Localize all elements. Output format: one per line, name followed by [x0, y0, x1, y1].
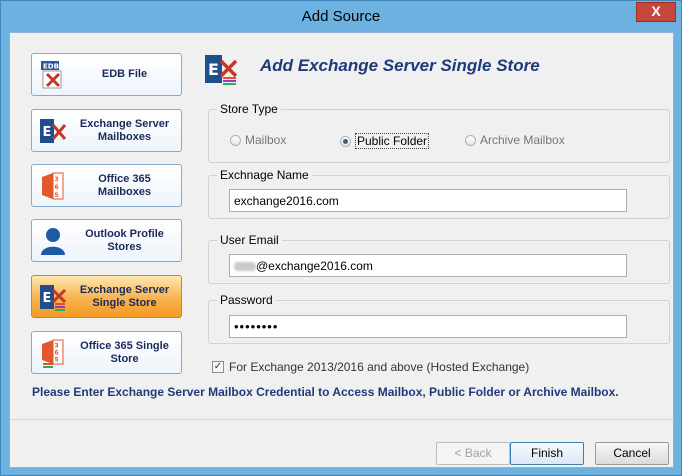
svg-text:5: 5 — [55, 192, 59, 199]
svg-text:E: E — [43, 125, 52, 140]
close-button[interactable]: X — [636, 2, 676, 22]
sidebar-item-exchange-mailboxes[interactable]: E Exchange Server Mailboxes — [31, 109, 182, 152]
footer-divider — [10, 419, 673, 420]
svg-text:6: 6 — [55, 184, 59, 191]
svg-text:E: E — [43, 291, 52, 306]
back-button[interactable]: < Back — [436, 442, 510, 465]
page-title: Add Exchange Server Single Store — [260, 56, 540, 75]
hosted-exchange-option[interactable]: ✓ For Exchange 2013/2016 and above (Host… — [212, 360, 529, 374]
hosted-exchange-checkbox[interactable]: ✓ — [212, 361, 224, 373]
store-type-label: Store Type — [217, 102, 281, 116]
redacted-username — [234, 262, 256, 272]
exchange-mailboxes-icon: E — [40, 119, 67, 143]
radio-archive-mailbox-label: Archive Mailbox — [480, 133, 565, 147]
sidebar-item-label: Office 365 Mailboxes — [97, 172, 152, 198]
exchange-store-heading-icon: E — [205, 55, 238, 85]
exchange-single-store-icon: E — [40, 285, 67, 311]
cancel-button[interactable]: Cancel — [595, 442, 669, 465]
sidebar-item-label: Exchange Server Mailboxes — [79, 117, 170, 143]
sidebar-item-label: Office 365 Single Store — [80, 339, 169, 365]
exchange-name-label: Exchnage Name — [217, 168, 312, 182]
title-bar[interactable]: Add Source X — [1, 1, 681, 31]
hosted-exchange-label: For Exchange 2013/2016 and above (Hosted… — [229, 360, 530, 374]
svg-text:3: 3 — [55, 176, 59, 183]
sidebar-item-outlook-profile[interactable]: Outlook Profile Stores — [31, 219, 182, 262]
sidebar-item-label: Outlook Profile Stores — [85, 227, 164, 253]
office365-single-store-icon: 3 6 5 — [42, 339, 64, 368]
radio-mailbox-label: Mailbox — [245, 133, 287, 147]
edb-file-icon: EDB — [41, 61, 62, 89]
password-label: Password — [217, 293, 276, 307]
password-group: Password •••••••• — [208, 293, 670, 344]
radio-archive-mailbox[interactable]: Archive Mailbox — [465, 133, 565, 147]
radio-mailbox[interactable]: Mailbox — [230, 133, 286, 147]
user-email-input[interactable]: @exchange2016.com — [229, 254, 627, 277]
radio-public-folder[interactable]: Public Folder — [340, 133, 430, 149]
radio-archive-mailbox-circle[interactable] — [465, 134, 476, 146]
credential-instruction: Please Enter Exchange Server Mailbox Cre… — [32, 385, 619, 399]
svg-text:5: 5 — [55, 357, 59, 364]
svg-text:EDB: EDB — [43, 63, 59, 71]
finish-button[interactable]: Finish — [510, 442, 584, 465]
sidebar-item-exchange-single-store[interactable]: E Exchange Server Single Store — [31, 275, 182, 318]
radio-public-folder-circle[interactable] — [340, 135, 351, 147]
office365-mailboxes-icon: 3 6 5 — [42, 172, 64, 200]
user-email-domain: @exchange2016.com — [256, 259, 373, 273]
exchange-name-group: Exchnage Name exchange2016.com — [208, 168, 670, 219]
user-email-group: User Email @exchange2016.com — [208, 233, 670, 284]
sidebar-item-office365-mailboxes[interactable]: 3 6 5 Office 365 Mailboxes — [31, 164, 182, 207]
svg-text:E: E — [208, 60, 219, 79]
sidebar-item-edb-file[interactable]: EDB EDB File — [31, 53, 182, 96]
add-source-window: Add Source X EDB EDB File E Exchange Ser… — [0, 0, 682, 476]
password-input[interactable]: •••••••• — [229, 315, 627, 338]
sidebar-item-label: Exchange Server Single Store — [79, 283, 170, 309]
sidebar-item-office365-single-store[interactable]: 3 6 5 Office 365 Single Store — [31, 331, 182, 374]
sidebar-item-label: EDB File — [101, 68, 148, 80]
svg-text:3: 3 — [55, 343, 59, 350]
outlook-profile-icon — [41, 228, 65, 255]
svg-text:6: 6 — [55, 350, 59, 357]
radio-mailbox-circle[interactable] — [230, 134, 241, 146]
store-type-group: Store Type Mailbox Public Folder Archive… — [208, 102, 670, 163]
user-email-label: User Email — [217, 233, 282, 247]
radio-public-folder-label: Public Folder — [355, 133, 430, 149]
dialog-client-area: EDB EDB File E Exchange Server Mailboxes — [9, 32, 674, 468]
exchange-name-input[interactable]: exchange2016.com — [229, 189, 627, 212]
window-title: Add Source — [301, 8, 381, 25]
